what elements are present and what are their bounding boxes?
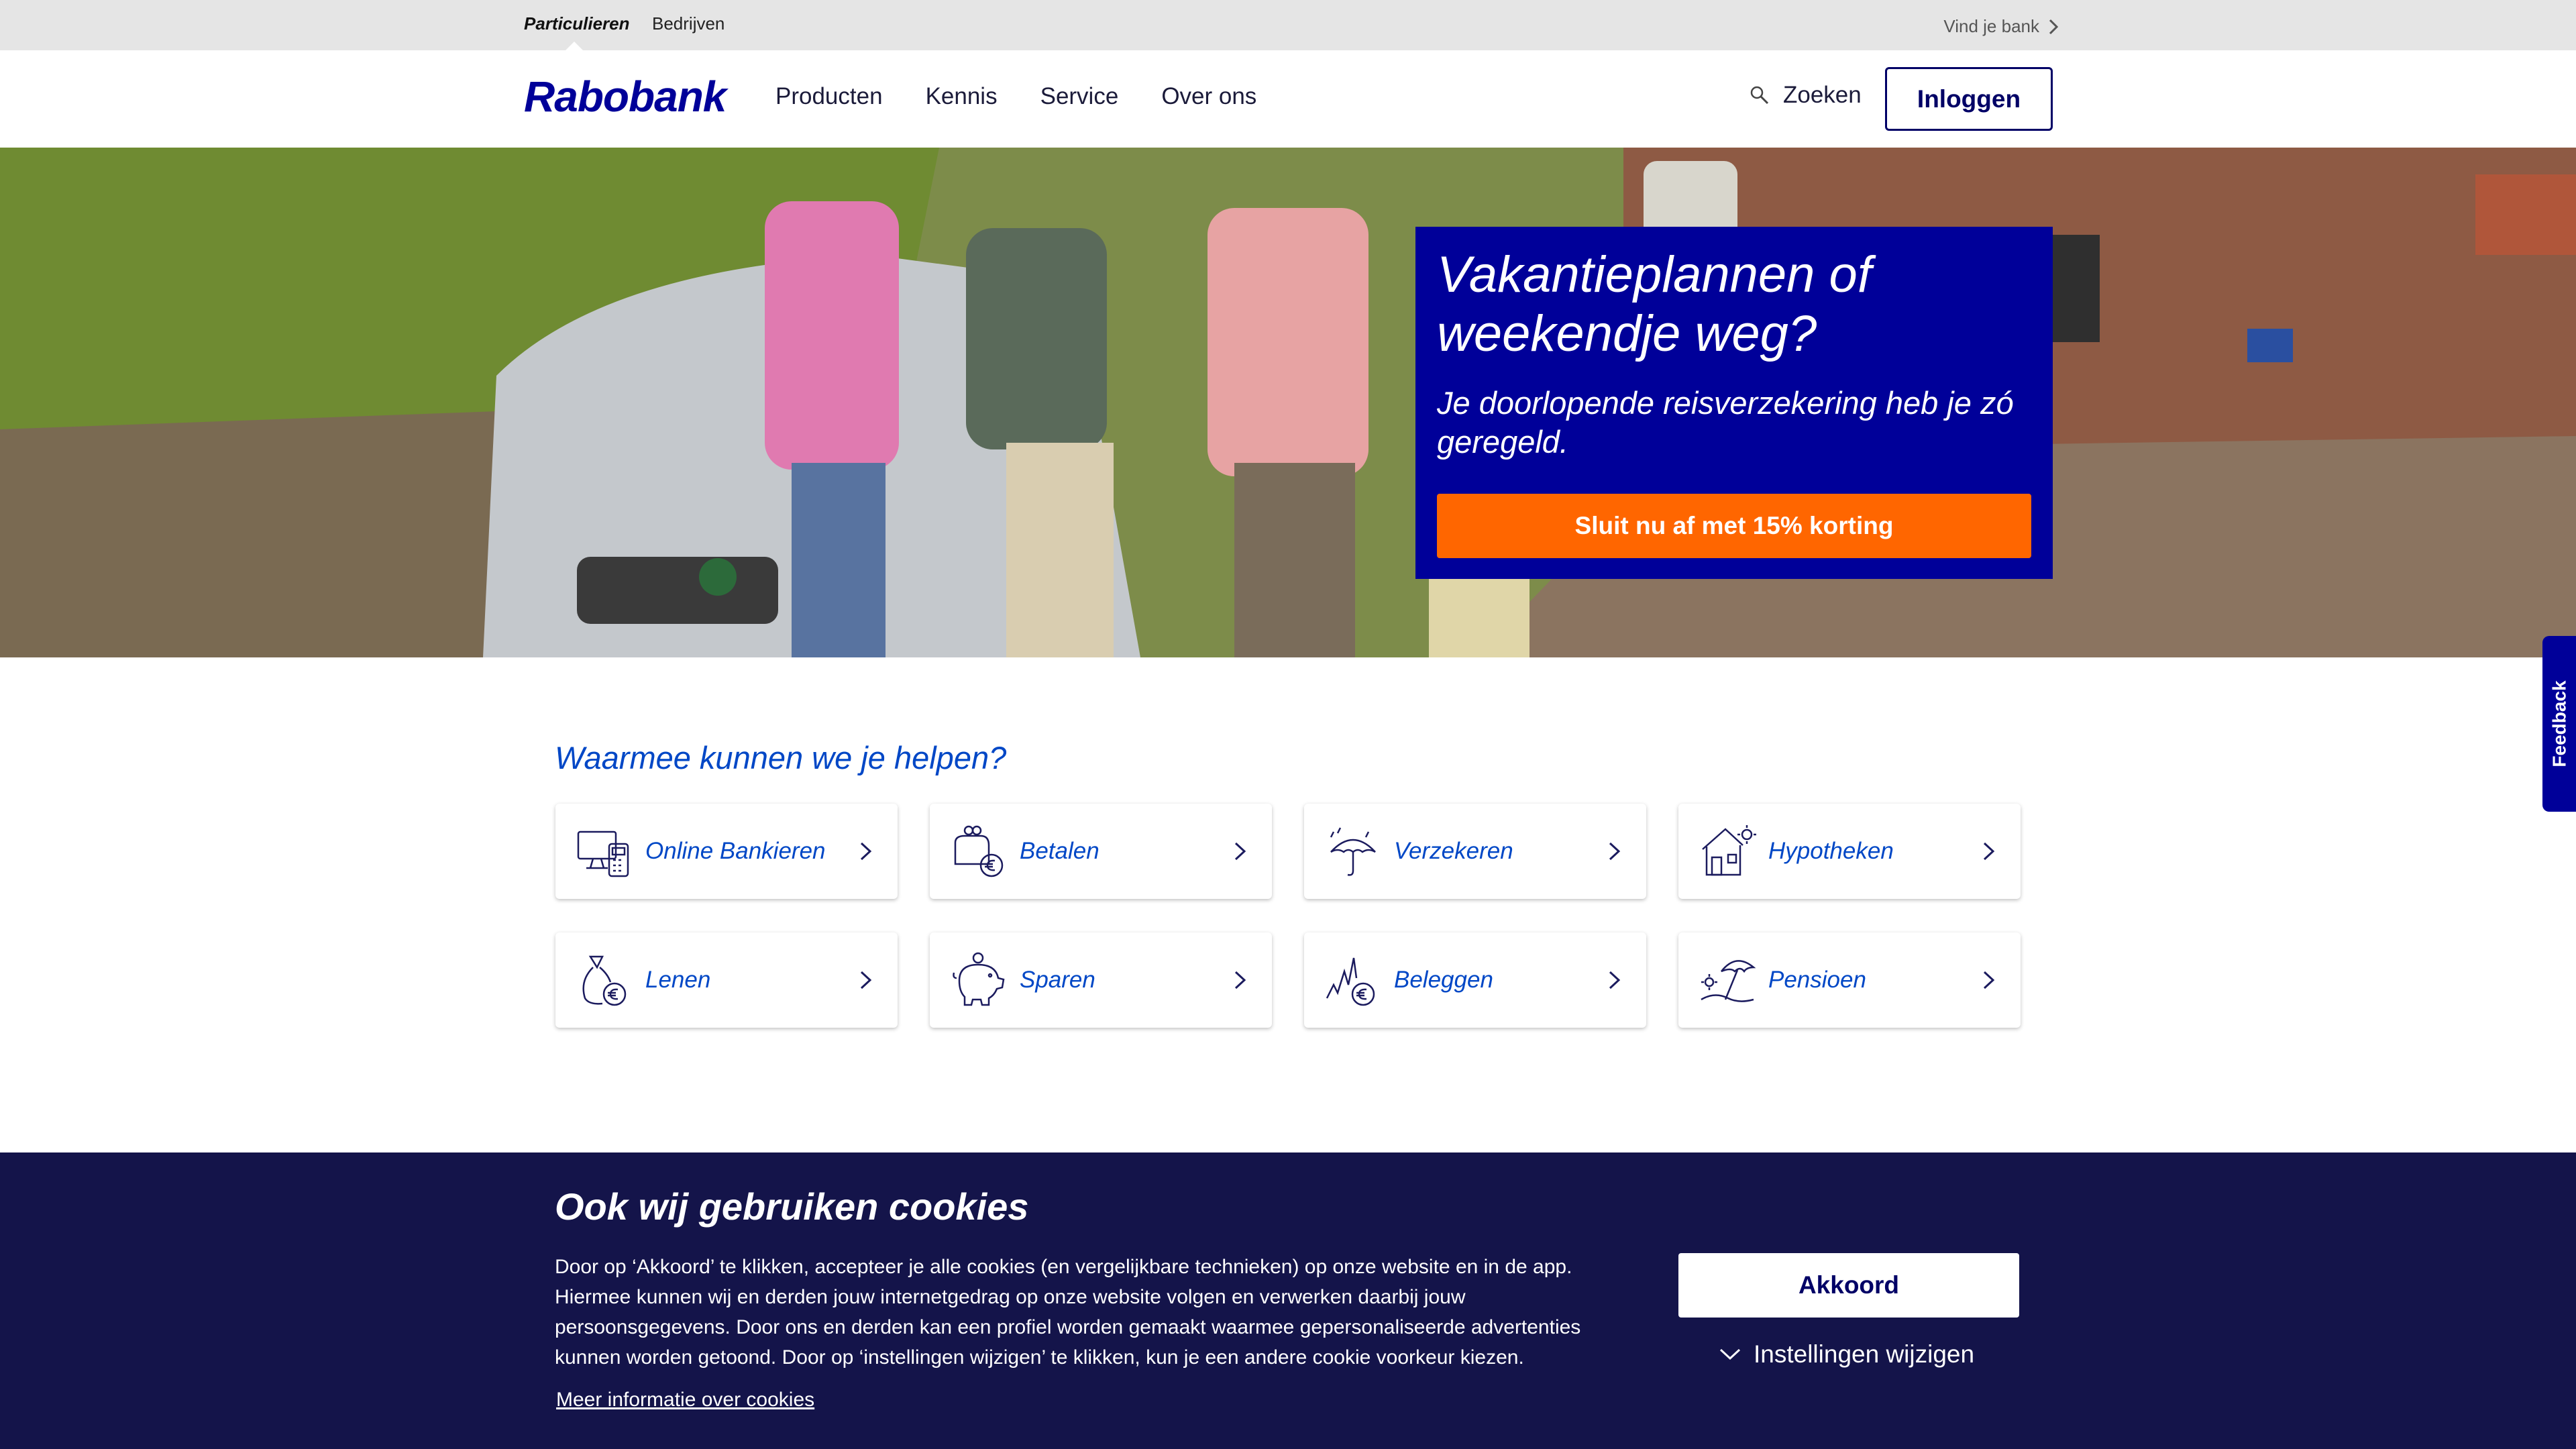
tile-lenen[interactable]: Lenen: [555, 932, 898, 1028]
nav-over-ons[interactable]: Over ons: [1161, 83, 1256, 110]
nav-service[interactable]: Service: [1040, 83, 1119, 110]
active-segment-notch: [566, 42, 583, 50]
login-button[interactable]: Inloggen: [1885, 67, 2053, 131]
feedback-label: Feedback: [2549, 680, 2571, 767]
chevron-right-icon: [1983, 842, 1995, 861]
segment-particulieren[interactable]: Particulieren: [524, 13, 630, 34]
segment-bar: Particulieren Bedrijven Vind je bank: [0, 0, 2576, 50]
rabobank-logo[interactable]: Rabobank: [524, 72, 727, 121]
chevron-right-icon: [2049, 19, 2058, 34]
chevron-right-icon: [860, 971, 872, 989]
tile-label: Hypotheken: [1768, 838, 1894, 864]
tile-sparen[interactable]: Sparen: [930, 932, 1272, 1028]
tile-label: Lenen: [645, 967, 711, 993]
search-icon: [1750, 86, 1769, 105]
find-bank-label: Vind je bank: [1943, 16, 2039, 36]
main-header: Rabobank Producten Kennis Service Over o…: [0, 50, 2576, 148]
nav-producten[interactable]: Producten: [775, 83, 883, 110]
feedback-tab[interactable]: Feedback: [2542, 636, 2576, 812]
beach-umbrella-icon: [1701, 960, 1756, 1002]
chart-euro-icon: [1326, 957, 1375, 1006]
tile-verzekeren[interactable]: Verzekeren: [1304, 804, 1646, 899]
tile-label: Sparen: [1020, 967, 1095, 993]
promo-subtitle: Je doorlopende reisverzekering heb je zó…: [1437, 385, 2014, 460]
chevron-right-icon: [1234, 842, 1246, 861]
cookie-text: Door op ‘Akkoord’ te klikken, accepteer …: [555, 1256, 1581, 1368]
nav-kennis[interactable]: Kennis: [926, 83, 998, 110]
main-nav: Producten Kennis Service Over ons: [775, 83, 1256, 110]
find-bank-link[interactable]: Vind je bank: [1943, 16, 2058, 37]
piggy-bank-icon: [953, 952, 1005, 1006]
segment-bedrijven[interactable]: Bedrijven: [652, 13, 724, 34]
umbrella-icon: [1330, 827, 1376, 876]
chevron-down-icon: [1719, 1348, 1741, 1360]
promo-panel: Vakantieplannen of weekendje weg? Je doo…: [1415, 227, 2053, 579]
promo-title: Vakantieplannen of weekendje weg?: [1437, 246, 1872, 362]
tile-label: Online Bankieren: [645, 838, 826, 864]
cookie-settings-label: Instellingen wijzigen: [1754, 1340, 1975, 1368]
house-icon: [1702, 825, 1756, 876]
help-title: Waarmee kunnen we je helpen?: [555, 740, 1007, 775]
tile-online-bankieren[interactable]: Online Bankieren: [555, 804, 898, 899]
cookie-settings-button[interactable]: Instellingen wijzigen: [1719, 1340, 1974, 1368]
hero-photo: [0, 148, 2576, 657]
cookie-accept-button[interactable]: Akkoord: [1678, 1253, 2019, 1318]
search-label: Zoeken: [1783, 82, 1862, 108]
chevron-right-icon: [860, 842, 872, 861]
cookie-banner: Ook wij gebruiken cookies Door op ‘Akkoo…: [0, 1152, 2576, 1449]
tile-hypotheken[interactable]: Hypotheken: [1678, 804, 2021, 899]
tile-pensioen[interactable]: Pensioen: [1678, 932, 2021, 1028]
tile-beleggen[interactable]: Beleggen: [1304, 932, 1646, 1028]
chevron-right-icon: [1609, 842, 1621, 861]
chevron-right-icon: [1983, 971, 1995, 989]
computer-card-reader-icon: [577, 830, 629, 877]
money-bag-euro-icon: [582, 955, 627, 1006]
tile-label: Pensioen: [1768, 967, 1866, 993]
cookie-title: Ook wij gebruiken cookies: [555, 1185, 1029, 1228]
cookie-more-info-link[interactable]: Meer informatie over cookies: [556, 1389, 814, 1411]
chevron-right-icon: [1234, 971, 1246, 989]
promo-cta-button[interactable]: Sluit nu af met 15% korting: [1437, 494, 2031, 558]
tile-label: Betalen: [1020, 838, 1099, 864]
chevron-right-icon: [1609, 971, 1621, 989]
search-button[interactable]: Zoeken: [1750, 82, 1862, 109]
wallet-euro-icon: [954, 825, 1004, 877]
tile-label: Verzekeren: [1394, 838, 1513, 864]
hero-banner: Vakantieplannen of weekendje weg? Je doo…: [0, 148, 2576, 657]
tile-label: Beleggen: [1394, 967, 1493, 993]
tile-betalen[interactable]: Betalen: [930, 804, 1272, 899]
